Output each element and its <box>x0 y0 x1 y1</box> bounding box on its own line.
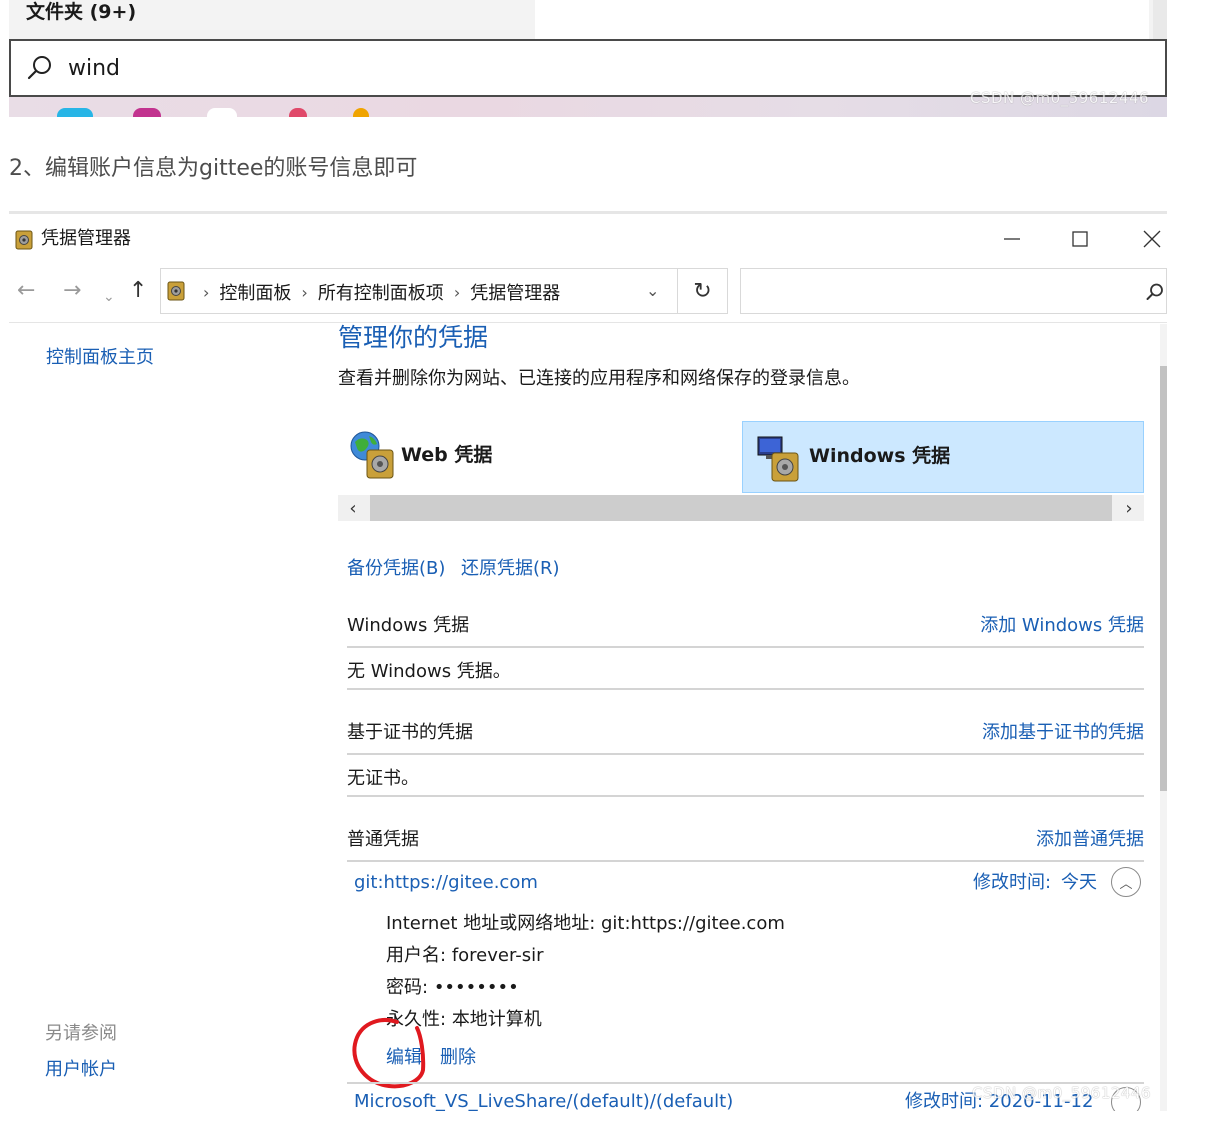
horizontal-scrollbar-thumb[interactable] <box>370 495 1112 521</box>
minimize-icon <box>1004 238 1020 240</box>
credential-name[interactable]: git:https://gitee.com <box>354 871 538 895</box>
add-windows-credential-link[interactable]: 添加 Windows 凭据 <box>980 614 1144 638</box>
breadcrumb-chevron-icon[interactable]: › <box>454 283 460 302</box>
tab-label: Windows 凭据 <box>809 445 951 467</box>
maximize-icon <box>1072 231 1088 247</box>
maximize-button[interactable] <box>1057 222 1103 256</box>
windows-credentials-section-header: Windows 凭据 添加 Windows 凭据 <box>347 612 1144 648</box>
delete-credential-link[interactable]: 删除 <box>440 1046 476 1070</box>
step-instruction: 2、编辑账户信息为gittee的账号信息即可 <box>9 156 418 181</box>
certificate-credentials-section-body: 无证书。 <box>347 757 1144 797</box>
watermark-bottom: CSDN @m0_59612446 <box>972 1084 1152 1102</box>
taskbar-app-icon <box>207 108 237 117</box>
credential-vault-icon <box>167 281 185 301</box>
watermark-top: CSDN @m0_59612446 <box>970 89 1150 107</box>
taskbar-app-icon <box>133 108 161 117</box>
section-title: 基于证书的凭据 <box>347 722 473 743</box>
minimize-button[interactable] <box>989 222 1035 256</box>
certificate-credentials-section-header: 基于证书的凭据 添加基于证书的凭据 <box>347 719 1144 755</box>
detail-key: 用户名: <box>386 945 447 966</box>
web-credentials-icon <box>350 431 394 479</box>
forward-arrow-icon[interactable]: → <box>63 277 81 305</box>
user-accounts-link[interactable]: 用户帐户 <box>45 1058 117 1082</box>
scrollbar-edge <box>1153 0 1167 40</box>
taskbar-app-icon <box>289 108 307 117</box>
breadcrumb: › 控制面板 › 所有控制面板项 › 凭据管理器 <box>193 279 560 305</box>
preview-pane <box>535 0 1149 40</box>
detail-internet-address: Internet 地址或网络地址: git:https://gitee.com <box>386 912 785 936</box>
detail-value: git:https://gitee.com <box>601 913 785 934</box>
breadcrumb-item[interactable]: 控制面板 <box>219 279 291 305</box>
credential-row-gitee[interactable]: git:https://gitee.com 修改时间: 今天 ︿ <box>347 864 1144 904</box>
search-icon <box>1146 283 1163 300</box>
up-arrow-icon[interactable]: ↑ <box>129 277 147 305</box>
control-panel-search-input[interactable] <box>740 268 1167 314</box>
empty-message: 无证书。 <box>347 768 419 789</box>
address-dropdown-chevron-icon[interactable]: ⌄ <box>646 281 659 300</box>
breadcrumb-chevron-icon[interactable]: › <box>203 283 209 302</box>
windows-credentials-section-body: 无 Windows 凭据。 <box>347 650 1144 690</box>
section-title: 普通凭据 <box>347 829 419 850</box>
page-title: 管理你的凭据 <box>338 323 489 352</box>
credential-manager-window: 凭据管理器 ← → ⌄ ↑ › 控制面板 › 所有控制面板项 › 凭据管理器 ⌄… <box>9 211 1167 1111</box>
breadcrumb-item[interactable]: 所有控制面板项 <box>318 279 444 305</box>
recent-locations-chevron-icon[interactable]: ⌄ <box>103 283 115 311</box>
modified-value: 今天 <box>1061 872 1097 893</box>
vertical-scrollbar-thumb[interactable] <box>1160 366 1167 791</box>
breadcrumb-chevron-icon[interactable]: › <box>301 283 307 302</box>
title-bar: 凭据管理器 <box>9 214 1167 262</box>
detail-username: 用户名: forever-sir <box>386 944 544 968</box>
close-button[interactable] <box>1129 222 1167 256</box>
windows-credentials-icon <box>757 436 799 482</box>
credential-vault-icon <box>15 230 33 250</box>
detail-value: 本地计算机 <box>451 1009 542 1030</box>
detail-key: 密码: <box>386 977 429 998</box>
refresh-button[interactable]: ↻ <box>678 268 728 314</box>
page-description: 查看并删除你为网站、已连接的应用程序和网络保存的登录信息。 <box>338 368 860 389</box>
see-also-label: 另请参阅 <box>45 1023 117 1044</box>
add-generic-credential-link[interactable]: 添加普通凭据 <box>1036 828 1144 852</box>
collapse-chevron-up-icon[interactable]: ︿ <box>1111 867 1141 897</box>
detail-value: •••••••• <box>433 977 519 998</box>
folder-results-header: 文件夹 (9+) <box>26 1 137 23</box>
detail-password: 密码: •••••••• <box>386 976 519 1000</box>
window-title: 凭据管理器 <box>41 228 131 249</box>
generic-credentials-section-header: 普通凭据 添加普通凭据 <box>347 826 1144 862</box>
add-certificate-credential-link[interactable]: 添加基于证书的凭据 <box>982 721 1144 745</box>
taskbar-app-icon <box>57 108 93 117</box>
control-panel-home-link[interactable]: 控制面板主页 <box>46 346 154 370</box>
credential-name-liveshare[interactable]: Microsoft_VS_LiveShare/(default)/(defaul… <box>354 1090 733 1111</box>
refresh-icon: ↻ <box>693 278 712 304</box>
folder-results-strip: 文件夹 (9+) <box>9 0 1167 40</box>
modified-label: 修改时间: <box>973 872 1052 893</box>
tab-label: Web 凭据 <box>401 444 493 466</box>
restore-credentials-link[interactable]: 还原凭据(R) <box>461 557 560 581</box>
scroll-left-icon[interactable]: ‹ <box>338 495 368 521</box>
backup-credentials-link[interactable]: 备份凭据(B) <box>347 557 445 581</box>
back-arrow-icon[interactable]: ← <box>17 277 35 305</box>
section-title: Windows 凭据 <box>347 615 470 636</box>
breadcrumb-item[interactable]: 凭据管理器 <box>470 279 560 305</box>
taskbar-app-icon <box>353 108 369 117</box>
address-bar[interactable]: › 控制面板 › 所有控制面板项 › 凭据管理器 ⌄ <box>160 268 678 314</box>
annotation-red-circle <box>352 1018 426 1089</box>
close-icon <box>1143 230 1161 248</box>
horizontal-scrollbar[interactable]: ‹ › <box>338 495 1144 521</box>
divider <box>9 322 1167 323</box>
address-bar-row: ← → ⌄ ↑ › 控制面板 › 所有控制面板项 › 凭据管理器 ⌄ ↻ <box>9 267 1167 317</box>
scroll-right-icon[interactable]: › <box>1114 495 1144 521</box>
detail-key: Internet 地址或网络地址: <box>386 913 596 934</box>
tab-windows-credentials[interactable]: Windows 凭据 <box>742 421 1144 493</box>
empty-message: 无 Windows 凭据。 <box>347 661 511 682</box>
tab-web-credentials[interactable]: Web 凭据 <box>338 419 742 491</box>
search-query-text[interactable]: wind <box>68 56 120 82</box>
magnifier-icon <box>27 56 51 80</box>
detail-value: forever-sir <box>451 945 544 966</box>
